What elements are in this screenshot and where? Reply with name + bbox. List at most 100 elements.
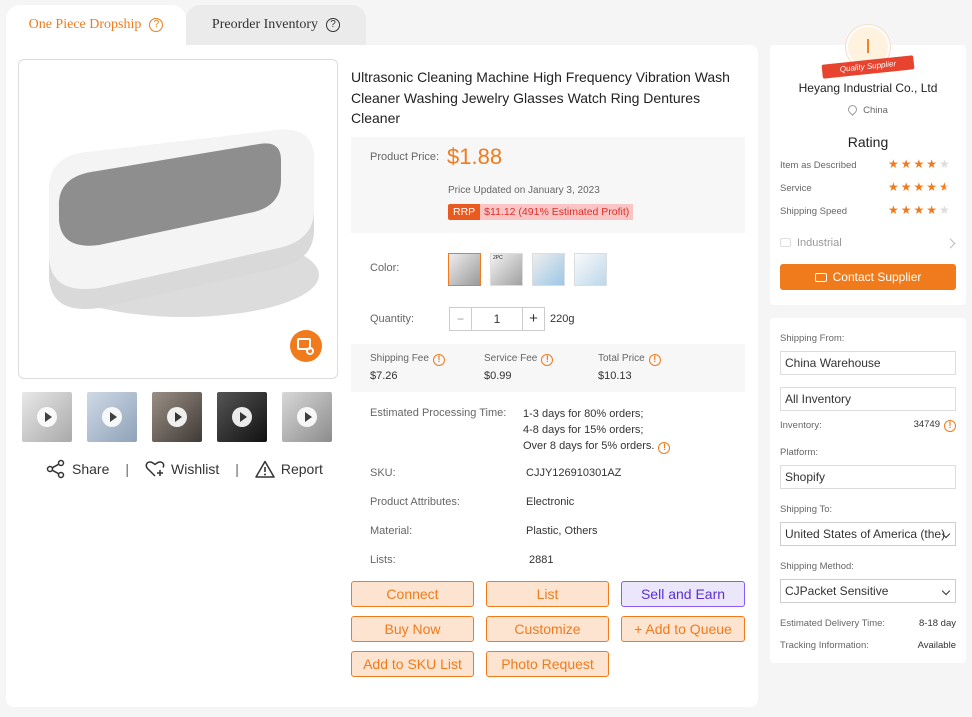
report-label: Report (280, 461, 323, 477)
rrp-text: $11.12 (491% Estimated Profit) (480, 204, 634, 220)
thumbnail[interactable] (217, 392, 267, 442)
thumbnail[interactable] (87, 392, 137, 442)
thumbnail[interactable] (22, 392, 72, 442)
inventory-filter-field[interactable]: All Inventory (780, 387, 956, 411)
quantity-input[interactable]: 1 (472, 308, 522, 330)
product-actions: Share | Wishlist | Report (46, 459, 323, 479)
play-icon (37, 407, 57, 427)
material-value: Plastic, Others (526, 525, 598, 537)
location-pin-icon (846, 103, 859, 116)
report-button[interactable]: Report (255, 460, 323, 478)
rating-label: Item as Described (780, 160, 857, 171)
supplier-category: Industrial (797, 237, 842, 249)
quantity-stepper: − 1 + (449, 307, 545, 331)
rating-label: Shipping Speed (780, 206, 848, 217)
lists-value: 2881 (529, 554, 554, 566)
heart-plus-icon (145, 461, 165, 477)
add-to-queue-button[interactable]: + Add to Queue (621, 616, 745, 642)
product-panel: Share | Wishlist | Report Ultrasonic Cle… (6, 45, 758, 707)
shipping-method-label: Shipping Method: (780, 561, 854, 572)
shipping-from-label: Shipping From: (780, 333, 845, 344)
help-icon[interactable]: ? (326, 18, 341, 32)
sku-label: SKU: (370, 467, 396, 479)
inventory-label: Inventory: (780, 420, 822, 431)
quantity-decrement[interactable]: − (450, 308, 472, 330)
connect-button[interactable]: Connect (351, 581, 474, 607)
shipping-to-select[interactable]: United States of America (the) (780, 522, 956, 546)
thumbnail[interactable] (282, 392, 332, 442)
image-search-icon (290, 330, 322, 362)
platform-field[interactable]: Shopify (780, 465, 956, 489)
tab-preorder-inventory[interactable]: Preorder Inventory ? (186, 5, 366, 45)
info-icon[interactable]: ! (648, 354, 661, 366)
rating-stars: ★★★★★ (888, 180, 952, 194)
share-icon (46, 459, 65, 479)
quantity-increment[interactable]: + (522, 308, 544, 330)
separator: | (125, 461, 129, 477)
thumbnail[interactable] (152, 392, 202, 442)
contact-supplier-label: Contact Supplier (832, 270, 922, 284)
price-updated: Price Updated on January 3, 2023 (448, 185, 600, 196)
processing-line-wrapper: Over 8 days for 5% orders.! (523, 438, 671, 454)
inventory-value: 34749 (913, 419, 940, 430)
chat-icon (814, 273, 827, 282)
play-icon (102, 407, 122, 427)
info-icon[interactable]: ! (944, 420, 956, 432)
service-fee-label: Service Fee! (484, 353, 554, 366)
supplier-category-row[interactable]: Industrial (780, 237, 956, 249)
contact-supplier-button[interactable]: Contact Supplier (780, 264, 956, 290)
product-main-image[interactable] (18, 59, 338, 379)
rrp-badge: RRP $11.12 (491% Estimated Profit) (448, 204, 634, 220)
processing-times: 1-3 days for 80% orders; 4-8 days for 15… (523, 406, 671, 454)
help-icon[interactable]: ? (149, 18, 164, 32)
thumbnail-strip (22, 392, 342, 442)
supplier-panel: I Quality Supplier Heyang Industrial Co.… (770, 25, 966, 305)
color-label: Color: (370, 262, 400, 274)
shipping-fee-label-text: Shipping Fee (370, 353, 429, 364)
shipping-from-field[interactable]: China Warehouse (780, 351, 956, 375)
list-button[interactable]: List (486, 581, 609, 607)
tab-bar: One Piece Dropship ? Preorder Inventory … (6, 5, 366, 45)
customize-button[interactable]: Customize (486, 616, 609, 642)
color-option[interactable] (574, 253, 607, 286)
product-price: $1.88 (447, 144, 503, 169)
buy-now-button[interactable]: Buy Now (351, 616, 474, 642)
shipping-fee: $7.26 (370, 370, 398, 382)
shipping-to-label: Shipping To: (780, 504, 833, 515)
add-to-sku-list-button[interactable]: Add to SKU List (351, 651, 474, 677)
wishlist-label: Wishlist (171, 461, 220, 477)
material-label: Material: (370, 525, 413, 537)
supplier-country: China (863, 105, 888, 116)
processing-line: 1-3 days for 80% orders; (523, 408, 644, 420)
info-icon[interactable]: ! (541, 354, 554, 366)
chevron-right-icon (945, 238, 956, 249)
share-label: Share (72, 461, 110, 477)
shipping-method-select[interactable]: CJPacket Sensitive (780, 579, 956, 603)
platform-label: Platform: (780, 447, 819, 458)
color-option[interactable] (532, 253, 565, 286)
attributes-value: Electronic (526, 496, 575, 508)
service-fee: $0.99 (484, 370, 512, 382)
info-icon[interactable]: ! (432, 354, 445, 366)
color-option[interactable] (448, 253, 481, 286)
delivery-time-value: 8-18 day (919, 618, 956, 629)
supplier-location: China (770, 103, 966, 116)
processing-line: 4-8 days for 15% orders; (523, 424, 644, 436)
share-button[interactable]: Share (46, 459, 109, 479)
fee-box: Shipping Fee! $7.26 Service Fee! $0.99 T… (351, 344, 745, 392)
color-option[interactable]: 2PC (490, 253, 523, 286)
tab-label: Preorder Inventory (211, 17, 319, 32)
info-icon[interactable]: ! (658, 442, 671, 454)
tab-one-piece-dropship[interactable]: One Piece Dropship ? (6, 5, 186, 45)
rating-stars: ★★★★★ (888, 203, 952, 217)
category-icon (780, 238, 791, 247)
wishlist-button[interactable]: Wishlist (145, 460, 219, 478)
sell-and-earn-button[interactable]: Sell and Earn (621, 581, 745, 607)
product-title: Ultrasonic Cleaning Machine High Frequen… (351, 69, 730, 126)
product-image-illustration (49, 129, 322, 362)
photo-request-button[interactable]: Photo Request (486, 651, 609, 677)
supplier-name[interactable]: Heyang Industrial Co., Ltd (770, 81, 966, 95)
total-price: $10.13 (598, 370, 632, 382)
play-icon (167, 407, 187, 427)
price-label: Product Price: (370, 151, 440, 163)
